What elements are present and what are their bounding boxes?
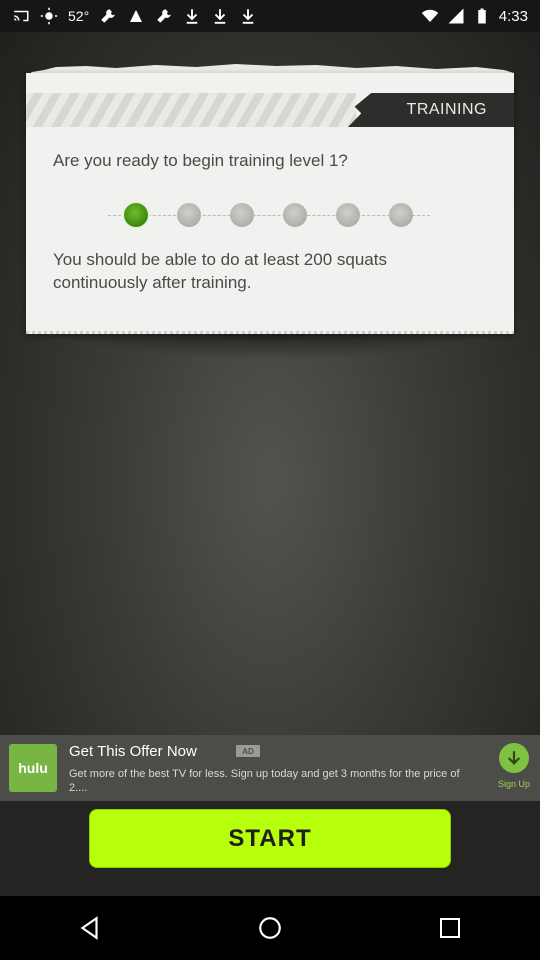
- sun-icon: [40, 7, 58, 25]
- recent-apps-button[interactable]: [420, 898, 480, 958]
- back-icon: [80, 916, 98, 940]
- app-screen: 52° 4:33 TRAINING Are you ready to begin…: [0, 0, 540, 960]
- level-question: Are you ready to begin training level 1?: [53, 151, 348, 170]
- download-icon: [214, 9, 226, 24]
- cast-icon: [14, 10, 29, 22]
- ad-badge: AD: [236, 745, 260, 757]
- home-button[interactable]: [240, 898, 300, 958]
- download-icon: [242, 9, 254, 24]
- back-button[interactable]: [60, 898, 120, 958]
- ad-signup-button[interactable]: Sign Up: [492, 743, 536, 795]
- flag-icon: [130, 10, 143, 22]
- start-button[interactable]: START: [89, 809, 451, 868]
- ad-signup-label: Sign Up: [497, 779, 531, 789]
- ad-banner[interactable]: hulu Get This Offer Now AD Get more of t…: [0, 735, 540, 801]
- level-dot: [336, 203, 360, 227]
- level-dot: [283, 203, 307, 227]
- level-dot: [177, 203, 201, 227]
- home-icon: [259, 917, 281, 939]
- level-dot: [389, 203, 413, 227]
- wrench-icon: [157, 9, 171, 23]
- training-tab: TRAINING: [348, 93, 514, 127]
- level-progress: [108, 199, 430, 231]
- ad-description[interactable]: Get more of the best TV for less. Sign u…: [69, 767, 479, 795]
- bottom-bar: START: [0, 801, 540, 896]
- level-dot-current: [124, 203, 148, 227]
- clock-text: 4:33: [498, 7, 528, 25]
- wifi-icon: [421, 9, 439, 22]
- temperature-text: 52°: [68, 8, 90, 24]
- recent-apps-icon: [440, 918, 460, 938]
- hulu-logo-text: hulu: [18, 760, 48, 776]
- download-arrow-icon: [499, 743, 529, 773]
- status-bar: 52° 4:33: [0, 0, 540, 32]
- ad-title[interactable]: Get This Offer Now: [69, 743, 197, 760]
- wrench-icon: [101, 9, 115, 23]
- level-progress-line: [108, 215, 430, 216]
- battery-icon: [478, 8, 486, 24]
- training-tab-label: TRAINING: [406, 101, 487, 118]
- training-card: TRAINING Are you ready to begin training…: [26, 73, 514, 334]
- card-bottom-edge: [26, 331, 514, 334]
- start-button-label: START: [228, 824, 312, 852]
- level-description: You should be able to do at least 200 sq…: [53, 250, 387, 292]
- download-icon: [186, 9, 198, 24]
- hulu-logo[interactable]: hulu: [9, 744, 57, 792]
- signal-icon: [448, 8, 464, 24]
- navigation-bar: [0, 896, 540, 960]
- stripe-band: [26, 93, 356, 127]
- level-dot: [230, 203, 254, 227]
